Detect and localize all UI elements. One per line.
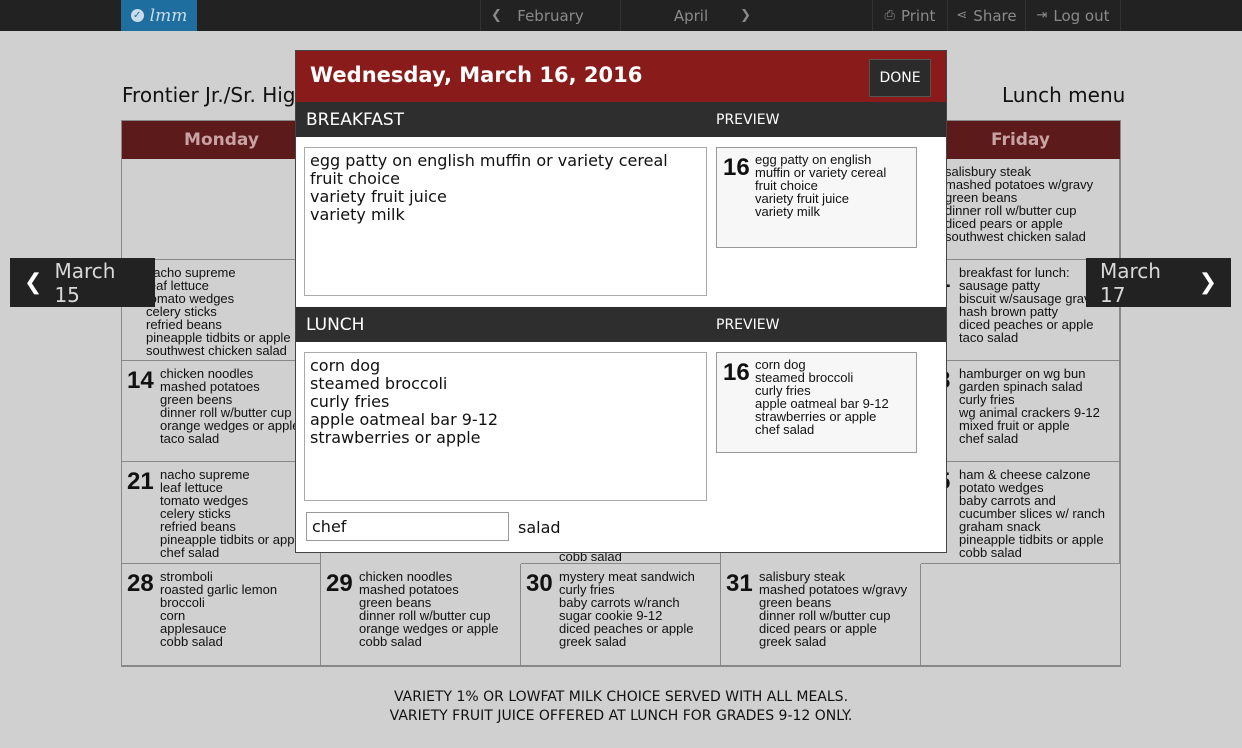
day-header-monday: Monday — [122, 121, 321, 159]
next-day-button[interactable]: March 17 ❯ — [1086, 258, 1231, 307]
menu-item: taco salad — [959, 330, 1019, 345]
cell-items: mystery meat sandwich curly fries baby c… — [559, 570, 695, 648]
calendar-cell[interactable]: 29 chicken noodles mashed potatoes green… — [321, 564, 521, 666]
lunch-heading: LUNCH — [306, 315, 365, 335]
calendar-cell[interactable] — [122, 159, 321, 260]
chevron-right-icon: ❯ — [740, 8, 751, 23]
calendar-cell[interactable]: 21 nacho supreme leaf lettuce tomato wed… — [122, 462, 321, 564]
day-edit-modal: Wednesday, March 16, 2016 DONE BREAKFAST… — [295, 50, 947, 553]
prev-day-label: March 15 — [54, 258, 116, 307]
preview-day-number: 16 — [723, 359, 750, 386]
menu-item: greek salad — [759, 634, 827, 649]
menu-item: cobb salad — [359, 634, 422, 649]
menu-item: cobb salad — [959, 545, 1022, 560]
day-number: 29 — [326, 570, 353, 597]
prev-day-button[interactable]: ❮ March 15 — [10, 258, 155, 307]
logo-text: lmm — [149, 5, 188, 26]
cell-items: nacho supreme leaf lettuce tomato wedges… — [160, 468, 305, 559]
calendar-cell[interactable]: 31 salisbury steak mashed potatoes w/gra… — [721, 564, 921, 666]
calendar-cell[interactable] — [921, 564, 1120, 666]
prev-month-label: February — [517, 6, 584, 25]
calendar-cell[interactable]: 28 stromboli roasted garlic lemon brocco… — [122, 564, 321, 666]
menu-item: chef salad — [160, 545, 220, 560]
lunch-preview: 16 corn dog steamed broccoli curly fries… — [716, 352, 917, 453]
cell-items: ham & cheese calzone potato wedges baby … — [959, 468, 1105, 559]
cell-items: nacho supreme leaf lettuce tomato wedges… — [146, 266, 291, 357]
cell-items: chicken noodles mashed potatoes green be… — [160, 367, 300, 445]
menu-item: cobb salad — [160, 634, 223, 649]
footer-note-2: VARIETY FRUIT JUICE OFFERED AT LUNCH FOR… — [389, 708, 853, 724]
day-number: 31 — [726, 570, 753, 597]
menu-item: taco salad — [160, 431, 220, 446]
cell-items: chicken noodles mashed potatoes green be… — [359, 570, 499, 648]
calendar-cell[interactable]: 5 ham & cheese calzone potato wedges bab… — [921, 462, 1120, 564]
print-button[interactable]: ⎙ Print — [872, 0, 947, 31]
menu-item: southwest chicken salad — [146, 343, 287, 358]
footer-note-1: VARIETY 1% OR LOWFAT MILK CHOICE SERVED … — [393, 689, 849, 705]
breakfast-preview-heading: PREVIEW — [716, 112, 780, 128]
next-month-label: April — [673, 6, 709, 25]
share-icon: ⋖ — [956, 8, 968, 23]
calendar-cell[interactable]: 14 chicken noodles mashed potatoes green… — [122, 361, 321, 462]
logo-button[interactable]: ✓ lmm — [121, 0, 197, 31]
menu-item: southwest chicken salad — [945, 229, 1086, 244]
day-number: 30 — [526, 570, 553, 597]
preview-item: chef salad — [755, 422, 815, 437]
menu-item: greek salad — [559, 634, 627, 649]
autocomplete-suffix: salad — [518, 518, 561, 537]
calendar-cell[interactable]: 30 mystery meat sandwich curly fries bab… — [521, 564, 721, 666]
day-number: 14 — [127, 367, 154, 394]
prev-month-button[interactable]: ❮ February — [480, 0, 620, 31]
cell-items: salisbury steak mashed potatoes w/gravy … — [945, 165, 1093, 243]
next-month-button[interactable]: April ❯ — [620, 0, 761, 31]
chevron-right-icon: ❯ — [1198, 270, 1217, 295]
done-button[interactable]: DONE — [869, 59, 931, 97]
chevron-left-icon: ❮ — [491, 8, 502, 23]
chevron-left-icon: ❮ — [24, 270, 43, 295]
breakfast-textarea[interactable]: egg patty on english muffin or variety c… — [304, 147, 707, 296]
preview-items: corn dog steamed broccoli curly fries ap… — [755, 358, 889, 436]
school-name: Frontier Jr./Sr. High — [122, 83, 309, 107]
preview-items: egg patty on english muffin or variety c… — [755, 153, 886, 218]
top-bar: ✓ lmm ❮ February April ❯ ⎙ Print ⋖ Share… — [0, 0, 1242, 31]
logout-button[interactable]: ⇥ Log out — [1025, 0, 1121, 31]
menu-item: chef salad — [959, 431, 1019, 446]
cell-items: hamburger on wg bun garden spinach salad… — [959, 367, 1100, 445]
lunch-preview-heading: PREVIEW — [716, 317, 780, 333]
check-icon: ✓ — [130, 9, 144, 22]
calendar-cell[interactable]: 8 hamburger on wg bun garden spinach sal… — [921, 361, 1120, 462]
day-number: 21 — [127, 468, 154, 495]
day-header-friday: Friday — [921, 121, 1120, 159]
day-number: 28 — [127, 570, 154, 597]
logout-icon: ⇥ — [1036, 8, 1048, 23]
preview-item: variety milk — [755, 204, 821, 219]
menu-type: Lunch menu — [1002, 83, 1126, 107]
next-day-label: March 17 — [1100, 258, 1161, 307]
preview-day-number: 16 — [723, 154, 750, 181]
share-label: Share — [973, 6, 1017, 25]
print-label: Print — [900, 6, 936, 25]
breakfast-preview: 16 egg patty on english muffin or variet… — [716, 147, 917, 248]
cell-items: stromboli roasted garlic lemon broccoli … — [160, 570, 277, 648]
autocomplete-input[interactable]: chef — [306, 512, 509, 541]
breakfast-heading: BREAKFAST — [306, 110, 405, 130]
modal-title: Wednesday, March 16, 2016 — [310, 63, 643, 87]
cell-items: breakfast for lunch: sausage patty biscu… — [959, 266, 1097, 344]
logout-label: Log out — [1053, 6, 1110, 25]
lunch-textarea[interactable]: corn dog steamed broccoli curly fries ap… — [304, 352, 707, 501]
breakfast-section-header: BREAKFAST PREVIEW — [296, 102, 946, 137]
cell-items: salisbury steak mashed potatoes w/gravy … — [759, 570, 907, 648]
modal-header: Wednesday, March 16, 2016 DONE — [296, 51, 946, 102]
share-button[interactable]: ⋖ Share — [947, 0, 1025, 31]
printer-icon: ⎙ — [884, 8, 895, 23]
lunch-section-header: LUNCH PREVIEW — [296, 307, 946, 342]
calendar-cell[interactable]: salisbury steak mashed potatoes w/gravy … — [921, 159, 1120, 260]
